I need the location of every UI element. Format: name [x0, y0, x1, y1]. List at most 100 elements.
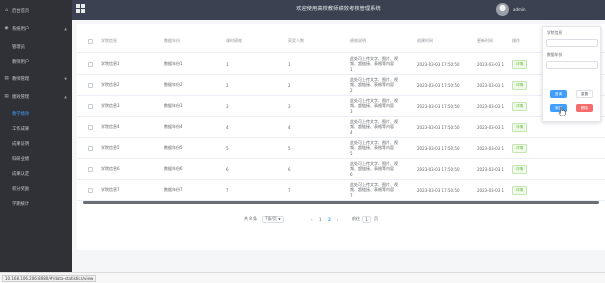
- row-checkbox[interactable]: [88, 96, 93, 116]
- sidebar-item-work-results[interactable]: 工作成果: [0, 122, 72, 135]
- cell-college: 学院信息4: [101, 124, 120, 129]
- folder-icon: ▤: [4, 94, 9, 99]
- sidebar-item-teacher-mgmt[interactable]: ▤ 教师管理 ▼: [0, 72, 72, 85]
- cell-college: 学院信息5: [101, 145, 120, 150]
- delete-button[interactable]: 删除: [576, 104, 593, 112]
- goto-label: 前往: [352, 216, 360, 221]
- sidebar-item-home[interactable]: ⌂ 后台首页: [0, 4, 72, 17]
- row-checkbox[interactable]: [88, 117, 93, 137]
- select-all-checkbox[interactable]: [88, 30, 93, 52]
- cell-actions: 详情: [512, 180, 528, 200]
- page-2-button[interactable]: 2: [328, 213, 331, 225]
- detail-button[interactable]: 详情: [512, 185, 528, 195]
- table-card: 学院信息 数据年份 课时绩效 获奖人数 绩效说明 创建时间 更新时间 操作 学院…: [77, 24, 605, 250]
- horizontal-scrollbar[interactable]: [83, 201, 599, 204]
- cell-updated: 2023-03-03 1: [477, 82, 505, 88]
- sidebar-item-result-approval[interactable]: 成果认定: [0, 167, 72, 180]
- cell-updated: 2023-03-03 1: [477, 187, 505, 193]
- browser-status-bar: 10.168.106.206:8080/#/data-statistics/vi…: [0, 272, 605, 283]
- year-search-input[interactable]: [546, 61, 598, 69]
- cell-winners: 5: [288, 145, 291, 151]
- pagination: 共 8 条 7条/页 ▼ ‹ 1 2 › 前往 1 页: [77, 213, 605, 225]
- row-checkbox[interactable]: [88, 54, 93, 74]
- reset-button[interactable]: 重置: [576, 90, 593, 98]
- sidebar-item-teaching-performance[interactable]: 教学绩效: [0, 107, 72, 120]
- search-button[interactable]: 查询: [550, 90, 567, 98]
- table-row[interactable]: 学院信息4 数据年份4 4 4 2023-03-03 17:50:50 2023-03-0…: [77, 117, 605, 138]
- detail-button[interactable]: 详情: [512, 80, 528, 90]
- description-line: 1: [350, 66, 353, 72]
- sidebar-item-admin[interactable]: 管理员: [0, 40, 72, 53]
- cell-description: 此处可上传文字、图片、视 频、超链接、表格等内容 5: [350, 138, 408, 158]
- column-header[interactable]: 数据年份: [164, 30, 180, 52]
- cell-hours: 2: [226, 82, 229, 88]
- cell-updated: 2023-03-03 1: [477, 145, 505, 151]
- cell-year: 数据年份1: [164, 61, 183, 66]
- sidebar-item-label: 成果证明: [12, 141, 30, 147]
- sidebar-item-label: 管理员: [12, 44, 25, 50]
- column-header[interactable]: 获奖人数: [288, 30, 304, 52]
- detail-button[interactable]: 详情: [512, 143, 528, 153]
- cell-winners: 4: [288, 124, 291, 130]
- sidebar-item-label: 学期统计: [12, 201, 30, 207]
- chevron-down-icon: ▼: [278, 217, 281, 221]
- row-checkbox[interactable]: [88, 75, 93, 95]
- page-1-button[interactable]: 1: [319, 213, 322, 225]
- college-search-input[interactable]: [546, 39, 598, 47]
- sidebar-item-points-reward[interactable]: 积分奖励: [0, 182, 72, 195]
- sidebar-item-label: 教学绩效: [12, 111, 30, 117]
- description-line: 频、超链接、表格等内容: [350, 187, 394, 193]
- column-header[interactable]: 绩效说明: [350, 30, 366, 52]
- cell-college: 学院信息7: [101, 187, 120, 192]
- cell-year: 数据年份4: [164, 124, 183, 129]
- detail-button[interactable]: 详情: [512, 164, 528, 174]
- table-row[interactable]: 学院信息6 数据年份6 6 6 2023-03-03 17:50:50 2023-03-0…: [77, 159, 605, 180]
- page-size-select[interactable]: 7条/页 ▼: [262, 215, 284, 223]
- next-page-button[interactable]: ›: [337, 213, 339, 225]
- table-row[interactable]: 学院信息5 数据年份5 5 5 2023-03-03 17:50:50 2023-03-0…: [77, 138, 605, 159]
- cell-created: 2023-03-03 17:50:50: [417, 166, 460, 172]
- cell-updated: 2023-03-03 1: [477, 124, 505, 130]
- description-line: 频、超链接、表格等内容: [350, 82, 394, 88]
- sidebar-item-performance-mgmt[interactable]: ▤ 绩效管理 ▲: [0, 90, 72, 103]
- detail-button[interactable]: 详情: [512, 59, 528, 69]
- column-header[interactable]: 创建时间: [417, 30, 433, 52]
- sidebar-item-research[interactable]: 科研业绩: [0, 152, 72, 165]
- cell-hours: 5: [226, 145, 229, 151]
- column-header[interactable]: 课时绩效: [226, 30, 242, 52]
- column-header[interactable]: 更新时间: [477, 30, 493, 52]
- row-checkbox[interactable]: [88, 138, 93, 158]
- column-header: 操作: [512, 38, 520, 43]
- detail-button[interactable]: 详情: [512, 122, 528, 132]
- column-header[interactable]: 学院信息: [101, 30, 117, 52]
- table-row[interactable]: 学院信息1 数据年份1 1 1 2023-03-03 17:50:50 2023-03-0…: [77, 54, 605, 75]
- cell-actions: 详情: [512, 96, 528, 116]
- detail-button[interactable]: 详情: [512, 101, 528, 111]
- cell-actions: 详情: [512, 138, 528, 158]
- cell-college: 学院信息2: [101, 82, 120, 87]
- cell-updated: 2023-03-03 1: [477, 103, 505, 109]
- sidebar-item-label: 科研业绩: [12, 156, 30, 162]
- user-icon: ◉: [4, 26, 9, 31]
- description-line: 频、超链接、表格等内容: [350, 145, 394, 151]
- cell-description: 此处可上传文字、图片、视 频、超链接、表格等内容 3: [350, 96, 408, 116]
- description-line: 频、超链接、表格等内容: [350, 124, 394, 130]
- user-name[interactable]: admin: [513, 7, 526, 12]
- table-row[interactable]: 学院信息2 数据年份2 2 2 2023-03-03 17:50:50 2023-03-0…: [77, 75, 605, 96]
- cell-description: 此处可上传文字、图片、视 频、超链接、表格等内容 7: [350, 180, 408, 200]
- row-checkbox[interactable]: [88, 159, 93, 179]
- sidebar-item-label: 工作成果: [12, 126, 30, 132]
- cell-hours: 4: [226, 124, 229, 130]
- status-url: 10.168.106.206:8080/#/data-statistics/vi…: [2, 275, 97, 282]
- sidebar-item-semester-stats[interactable]: 学期统计: [0, 197, 72, 210]
- goto-page-input[interactable]: 1: [362, 215, 371, 223]
- pagination-total: 共 8 条: [244, 216, 258, 221]
- sidebar-item-result-proof[interactable]: 成果证明: [0, 137, 72, 150]
- avatar[interactable]: [496, 3, 509, 16]
- table-row[interactable]: 学院信息7 数据年份7 7 7 2023-03-03 17:50:50 2023-03-0…: [77, 180, 605, 201]
- row-checkbox[interactable]: [88, 180, 93, 200]
- prev-page-button[interactable]: ‹: [311, 213, 313, 225]
- sidebar-item-teacher-users[interactable]: 教师用户: [0, 55, 72, 68]
- sidebar-item-system-users[interactable]: ◉ 系统用户 ▲: [0, 22, 72, 35]
- table-row[interactable]: 学院信息3 数据年份3 3 3 2023-03-03 17:50:50 2023-03-0…: [77, 96, 605, 117]
